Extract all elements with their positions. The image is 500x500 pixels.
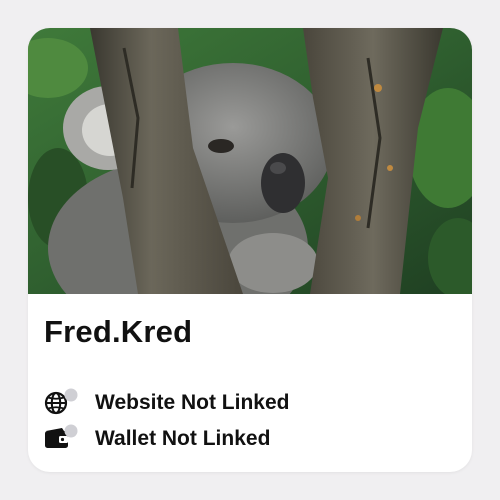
globe-icon [44,388,82,418]
status-dot-icon [64,388,78,402]
profile-info: Fred.Kred Website Not Linked Wallet Not … [28,294,472,472]
wallet-icon [44,424,82,454]
website-link-row[interactable]: Website Not Linked [44,388,444,418]
profile-name: Fred.Kred [44,314,193,349]
wallet-link-row[interactable]: Wallet Not Linked [44,424,444,454]
wallet-status-label: Wallet Not Linked [95,427,271,450]
status-dot-icon [64,424,78,438]
profile-photo [28,28,472,294]
website-status-label: Website Not Linked [95,391,290,414]
profile-card[interactable]: Fred.Kred Website Not Linked Wallet Not … [28,28,472,472]
